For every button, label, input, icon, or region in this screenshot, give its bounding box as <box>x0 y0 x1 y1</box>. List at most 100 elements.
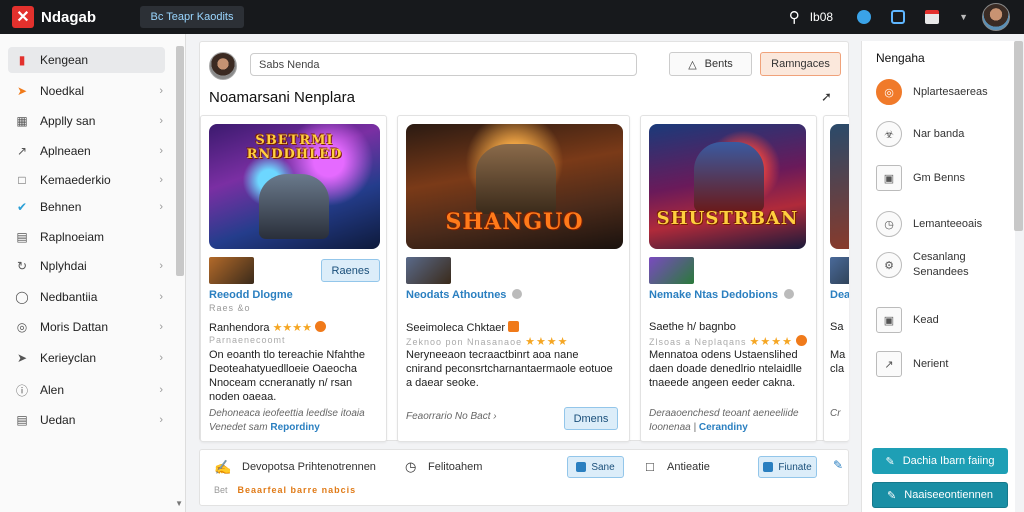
sidebar-item-label: Raplnoeiam <box>40 230 105 244</box>
pin-icon[interactable]: ➚ <box>821 89 832 105</box>
game-art[interactable]: SHANGUO <box>406 124 623 249</box>
card-meta: Raes &o <box>209 303 251 313</box>
game-card-4-partial[interactable]: Dea Sa Ma cla Cr <box>823 115 849 442</box>
card-action-button[interactable]: Raenes <box>321 259 380 282</box>
right-panel-item-label: Gm Benns <box>913 171 965 184</box>
sidebar-item-12[interactable]: ▤ Uedan › <box>8 407 165 433</box>
store-icon: ▮ <box>18 53 26 67</box>
card-footer-2: Venedet sam Repordiny <box>209 422 320 433</box>
game-art[interactable]: SBETRMI RNDDHLED <box>209 124 380 249</box>
star-rating-icon: ★★★★ <box>749 336 793 348</box>
card-link[interactable]: Repordiny <box>270 422 319 433</box>
card-subtitle[interactable]: Dea <box>830 289 849 301</box>
card-description: Mennatoa odens Ustaenslihed daen doade d… <box>649 349 802 389</box>
notification-icon[interactable] <box>857 10 872 24</box>
hand-icon[interactable]: ✍ <box>214 459 231 476</box>
flame-icon: ➤ <box>16 84 28 98</box>
card-footer-prefix: Venedet sam <box>209 422 268 433</box>
game-art[interactable] <box>830 124 849 249</box>
sidebar-item-7[interactable]: ↻ Nplyhdai › <box>8 253 165 279</box>
top-search-button[interactable]: Bc Teapr Kaodits <box>140 6 245 28</box>
card-subtitle[interactable]: Nemake Ntas Dedobions <box>649 289 794 301</box>
right-panel-item-4[interactable]: ⚙ Cesanlang Senandees <box>876 250 983 280</box>
sidebar-item-3[interactable]: ↗ Aplneaen › <box>8 138 165 164</box>
edit-icon: ✎ <box>887 489 897 502</box>
square-icon[interactable]: □ <box>646 459 654 474</box>
clock-icon: ◷ <box>876 211 902 237</box>
chevron-right-icon: › <box>159 321 163 333</box>
avatar[interactable] <box>209 52 237 80</box>
sidebar-scrollbar[interactable] <box>176 46 184 276</box>
chevron-right-icon: › <box>159 260 163 272</box>
right-panel-button-label: Naaiseeontiennen <box>904 489 993 501</box>
clipboard-icon: ▤ <box>16 413 28 427</box>
game-card-1[interactable]: SBETRMI RNDDHLED Raenes Reeodd Dlogme Ra… <box>200 115 387 442</box>
game-art[interactable]: SHUSTRBAN <box>649 124 806 249</box>
sidebar-item-4[interactable]: □ Kemaederkio › <box>8 167 165 193</box>
sidebar-item-5[interactable]: ✔ Behnen › <box>8 194 165 220</box>
search-icon[interactable]: ⚲ <box>789 8 800 26</box>
sidebar-item-label: Moris Dattan <box>40 320 109 334</box>
orange-action-button[interactable]: Ramngaces <box>760 52 841 76</box>
bento-button[interactable]: △ Bents <box>669 52 752 76</box>
card-subtitle[interactable]: Reeodd Dlogme <box>209 289 293 301</box>
game-card-3[interactable]: SHUSTRBAN Nemake Ntas Dedobions Saethe h… <box>640 115 817 442</box>
user-avatar[interactable] <box>982 3 1010 31</box>
right-panel-button-2[interactable]: ✎ Naaiseeontiennen <box>872 482 1008 508</box>
card-subtitle[interactable]: Neodats Athoutnes <box>406 289 523 301</box>
card-rating-sub: Parnaenecoomt <box>209 335 286 345</box>
right-panel-item-5[interactable]: ▣ Kead <box>876 307 939 333</box>
right-panel: Nengaha ◎ Nplartesaereas ☣ Nar banda ▣ G… <box>861 41 1015 512</box>
send-icon: ➤ <box>16 351 28 365</box>
sidebar-item-6[interactable]: ▤ Raplnoeiam <box>8 224 165 250</box>
info-icon[interactable] <box>512 289 523 299</box>
chart-icon: ↗ <box>16 144 28 158</box>
sidebar: ▮ Kengean ➤ Noedkal › ▦ Applly san › ↗ A… <box>0 34 186 512</box>
sidebar-item-10[interactable]: ➤ Kerieyclan › <box>8 345 165 371</box>
right-panel-item-3[interactable]: ◷ Lemanteeoais <box>876 211 982 237</box>
clock-icon[interactable]: ◷ <box>405 459 416 475</box>
sidebar-item-label: Nedbantiia <box>40 290 98 304</box>
top-label[interactable]: Ib08 <box>810 10 833 24</box>
edit-icon[interactable]: ✎ <box>833 458 843 472</box>
right-panel-item-1[interactable]: ☣ Nar banda <box>876 121 964 147</box>
bottom-pill-button-1[interactable]: Sane <box>567 456 624 478</box>
image-icon: ▣ <box>876 165 902 191</box>
chevron-right-icon: › <box>159 115 163 127</box>
check-icon: ✔ <box>16 200 28 214</box>
sidebar-item-2[interactable]: ▦ Applly san › <box>8 108 165 134</box>
sidebar-item-9[interactable]: ◎ Moris Dattan › <box>8 314 165 340</box>
right-panel-item-2[interactable]: ▣ Gm Benns <box>876 165 965 191</box>
info-icon[interactable] <box>783 289 794 299</box>
game-thumbnail[interactable] <box>209 257 254 284</box>
rating-label: Saethe h/ bagnbo <box>649 321 736 333</box>
bell-icon: △ <box>688 58 697 71</box>
sidebar-item-1[interactable]: ➤ Noedkal › <box>8 78 165 104</box>
card-action-button[interactable]: Dmens <box>564 407 618 430</box>
bottom-pill-label: Sane <box>591 461 615 473</box>
right-panel-item-0[interactable]: ◎ Nplartesaereas <box>876 79 988 105</box>
game-thumbnail[interactable] <box>830 257 849 284</box>
game-thumbnail[interactable] <box>649 257 694 284</box>
character-figure <box>259 174 329 239</box>
sidebar-item-11[interactable]: ⓘ Alen › <box>8 377 165 403</box>
bottom-pill-button-2[interactable]: Fiunate <box>758 456 817 478</box>
game-card-2[interactable]: SHANGUO Neodats Athoutnes Seeimoleca Chk… <box>397 115 630 442</box>
right-scrollbar[interactable] <box>1014 41 1023 231</box>
sidebar-item-8[interactable]: ◯ Nedbantiia › <box>8 284 165 310</box>
right-panel-title: Nengaha <box>876 51 925 65</box>
right-panel-item-6[interactable]: ↗ Nerient <box>876 351 948 377</box>
search-input[interactable]: Sabs Nenda <box>250 53 637 76</box>
bookmark-icon[interactable] <box>891 10 906 24</box>
sidebar-item-0[interactable]: ▮ Kengean <box>8 47 165 73</box>
calendar-icon[interactable] <box>925 10 940 24</box>
settings-icon: ⚙ <box>876 252 902 278</box>
scroll-down-icon[interactable]: ▼ <box>175 499 183 508</box>
card-footer[interactable]: Feaorrario No Bact › <box>406 411 497 422</box>
right-panel-button-1[interactable]: ✎ Dachia Ibarn faiing <box>872 448 1008 474</box>
game-thumbnail[interactable] <box>406 257 451 284</box>
chevron-down-icon[interactable]: ▼ <box>959 12 968 22</box>
card-rating-sub: Zeknoo pon Nnasanaoe ★★★★ <box>406 335 569 348</box>
card-link[interactable]: Cerandiny <box>699 422 748 433</box>
app-logo[interactable]: ✕ Ndagab <box>12 6 96 28</box>
